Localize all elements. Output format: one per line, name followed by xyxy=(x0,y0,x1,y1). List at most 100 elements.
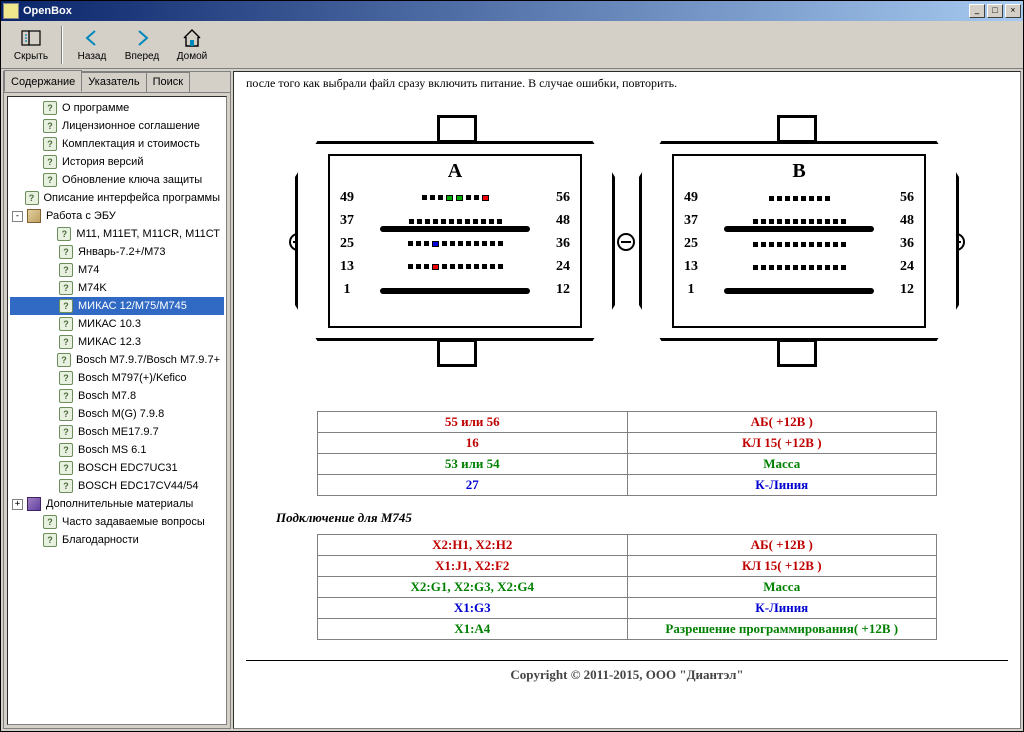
sidebar: Содержание Указатель Поиск ?О программе?… xyxy=(3,71,231,729)
forward-icon xyxy=(131,27,153,49)
tree-item[interactable]: ?История версий xyxy=(10,153,224,171)
tree-item[interactable]: ?Часто задаваемые вопросы xyxy=(10,513,224,531)
book-icon xyxy=(27,209,41,223)
tree-item[interactable]: ?Bosch ME17.9.7 xyxy=(10,423,224,441)
help-icon: ? xyxy=(43,155,57,169)
tab-contents[interactable]: Содержание xyxy=(4,70,82,92)
table-row: X1:A4Разрешение программирования( +12В ) xyxy=(318,619,937,640)
sidebar-tabs: Содержание Указатель Поиск xyxy=(4,72,230,93)
tree-item[interactable]: ?Bosch M7.9.7/Bosch M7.9.7+ xyxy=(10,351,224,369)
connector-tab xyxy=(437,115,477,143)
tree-item-label: МИКАС 12.3 xyxy=(76,334,143,350)
back-button[interactable]: Назад xyxy=(68,24,116,66)
window-controls: _ □ × xyxy=(969,4,1021,18)
tree-item[interactable]: ?Благодарности xyxy=(10,531,224,549)
minimize-button[interactable]: _ xyxy=(969,4,985,18)
tree-item[interactable]: ?Описание интерфейса программы xyxy=(10,189,224,207)
tree-item[interactable]: ?Bosch MS 6.1 xyxy=(10,441,224,459)
table-row: 53 или 54Масса xyxy=(318,454,937,475)
tree-item[interactable]: ?Bosch M797(+)/Kefico xyxy=(10,369,224,387)
tree-item[interactable]: ?Комплектация и стоимость xyxy=(10,135,224,153)
tree-item-label: Bosch M(G) 7.9.8 xyxy=(76,406,166,422)
tree-item-label: М74K xyxy=(76,280,109,296)
tree-item[interactable]: ?Bosch M7.8 xyxy=(10,387,224,405)
table-row: X1:J1, X2:F2КЛ 15( +12В ) xyxy=(318,556,937,577)
table-row: X2:H1, X2:H2АБ( +12В ) xyxy=(318,535,937,556)
tree-item-label: BOSCH EDC7UC31 xyxy=(76,460,180,476)
help-icon: ? xyxy=(59,263,73,277)
pin-table-2: X2:H1, X2:H2АБ( +12В )X1:J1, X2:F2КЛ 15(… xyxy=(317,534,937,640)
tree-item[interactable]: ?МИКАС 10.3 xyxy=(10,315,224,333)
tree-toggle[interactable]: - xyxy=(12,211,23,222)
help-icon: ? xyxy=(43,515,57,529)
tree-item-label: М74 xyxy=(76,262,101,278)
home-label: Домой xyxy=(177,51,207,62)
section-title-m745: Подключение для М745 xyxy=(276,510,1008,526)
help-icon: ? xyxy=(43,119,57,133)
help-icon: ? xyxy=(43,101,57,115)
help-icon: ? xyxy=(59,371,73,385)
tab-search[interactable]: Поиск xyxy=(146,72,190,92)
hide-icon xyxy=(20,27,42,49)
tree-item-label: Bosch M7.8 xyxy=(76,388,138,404)
tree-item[interactable]: ?М74K xyxy=(10,279,224,297)
main-content[interactable]: после того как выбрали файл сразу включи… xyxy=(233,71,1021,729)
help-icon: ? xyxy=(59,245,73,259)
tree-item-label: Работа с ЭБУ xyxy=(44,208,118,224)
tree-toggle[interactable]: + xyxy=(12,499,23,510)
tree-item[interactable]: ?Обновление ключа защиты xyxy=(10,171,224,189)
back-icon xyxy=(81,27,103,49)
tree-item[interactable]: ?М11, М11ЕТ, М11CR, М11СТ xyxy=(10,225,224,243)
tree-item[interactable]: ?Bosch M(G) 7.9.8 xyxy=(10,405,224,423)
connector-tab xyxy=(777,115,817,143)
tree-item-label: Комплектация и стоимость xyxy=(60,136,202,152)
tree-item[interactable]: ?Январь-7.2+/М73 xyxy=(10,243,224,261)
home-button[interactable]: Домой xyxy=(168,24,216,66)
connector-a: A 4956374825361324112 xyxy=(295,141,615,341)
content-area: Содержание Указатель Поиск ?О программе?… xyxy=(1,69,1023,731)
tab-index[interactable]: Указатель xyxy=(81,72,146,92)
maximize-button[interactable]: □ xyxy=(987,4,1003,18)
help-icon: ? xyxy=(59,461,73,475)
help-icon: ? xyxy=(59,407,73,421)
close-button[interactable]: × xyxy=(1005,4,1021,18)
back-label: Назад xyxy=(78,51,107,62)
screw-icon xyxy=(617,233,635,251)
forward-label: Вперед xyxy=(125,51,159,62)
hide-button[interactable]: Скрыть xyxy=(7,24,55,66)
tree-item[interactable]: ?МИКАС 12.3 xyxy=(10,333,224,351)
tree-item[interactable]: + Дополнительные материалы xyxy=(10,495,224,513)
home-icon xyxy=(181,27,203,49)
tree-item-label: Bosch M797(+)/Kefico xyxy=(76,370,189,386)
tree-item[interactable]: ?BOSCH EDC17CV44/54 xyxy=(10,477,224,495)
tree-item[interactable]: ?О программе xyxy=(10,99,224,117)
tree-item-label: Дополнительные материалы xyxy=(44,496,195,512)
contents-tree[interactable]: ?О программе?Лицензионное соглашение?Ком… xyxy=(7,96,227,725)
tree-item[interactable]: - Работа с ЭБУ xyxy=(10,207,224,225)
tree-item[interactable]: ?BOSCH EDC7UC31 xyxy=(10,459,224,477)
app-window: OpenBox _ □ × Скрыть Назад Вперед Домой … xyxy=(0,0,1024,732)
help-icon: ? xyxy=(59,281,73,295)
tree-item-label: О программе xyxy=(60,100,131,116)
help-icon: ? xyxy=(57,353,71,367)
tree-item-label: Bosch MS 6.1 xyxy=(76,442,148,458)
hide-label: Скрыть xyxy=(14,51,48,62)
help-icon: ? xyxy=(59,443,73,457)
help-icon: ? xyxy=(57,227,71,241)
tree-item-label: Обновление ключа защиты xyxy=(60,172,204,188)
forward-button[interactable]: Вперед xyxy=(118,24,166,66)
copyright-footer: Copyright © 2011-2015, ООО "Диантэл" xyxy=(246,660,1008,683)
help-icon: ? xyxy=(25,191,39,205)
titlebar[interactable]: OpenBox _ □ × xyxy=(1,1,1023,21)
help-icon: ? xyxy=(59,335,73,349)
tree-item-label: МИКАС 10.3 xyxy=(76,316,143,332)
tree-item-label: М11, М11ЕТ, М11CR, М11СТ xyxy=(74,226,222,242)
book-icon xyxy=(27,497,41,511)
tree-item[interactable]: ?Лицензионное соглашение xyxy=(10,117,224,135)
tree-item-label: Bosch ME17.9.7 xyxy=(76,424,161,440)
connector-diagram: A 4956374825361324112 B 4956374825361324… xyxy=(287,101,967,401)
tree-item[interactable]: ?М74 xyxy=(10,261,224,279)
tree-item[interactable]: ?МИКАС 12/М75/М745 xyxy=(10,297,224,315)
app-icon xyxy=(3,3,19,19)
tree-item-label: МИКАС 12/М75/М745 xyxy=(76,298,189,314)
